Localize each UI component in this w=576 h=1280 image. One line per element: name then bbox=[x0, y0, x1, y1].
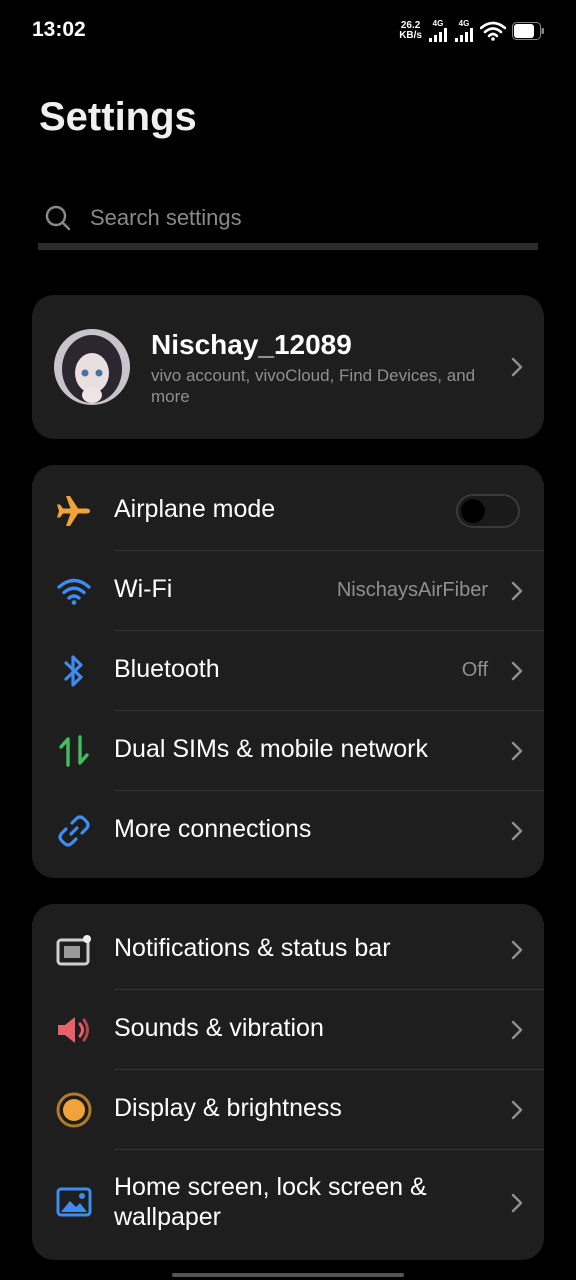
sim2-type: 4G bbox=[458, 19, 470, 28]
chevron-right-icon bbox=[511, 741, 523, 761]
chevron-right-icon bbox=[511, 581, 523, 601]
sim2-signal-icon: 4G bbox=[454, 20, 474, 42]
connectivity-card: Airplane mode Wi-Fi NischaysAirFiber Blu… bbox=[32, 465, 544, 878]
settings-item-display[interactable]: Display & brightness bbox=[32, 1070, 544, 1150]
search-icon bbox=[45, 205, 71, 231]
account-card[interactable]: Nischay_12089 vivo account, vivoCloud, F… bbox=[32, 295, 544, 439]
search-input[interactable] bbox=[90, 202, 510, 234]
notifications-label: Notifications & status bar bbox=[114, 934, 391, 962]
network-speed: 26.2 KB/s bbox=[399, 21, 422, 41]
sim1-signal-icon: 4G bbox=[428, 20, 448, 42]
status-time: 13:02 bbox=[32, 18, 86, 41]
airplane-mode-toggle[interactable] bbox=[456, 494, 520, 528]
link-icon bbox=[54, 813, 94, 849]
settings-item-notifications[interactable]: Notifications & status bar bbox=[32, 910, 544, 990]
toggle-knob bbox=[461, 499, 485, 523]
airplane-icon bbox=[54, 493, 94, 529]
status-bar: 13:02 26.2 KB/s 4G 4G bbox=[0, 0, 576, 60]
system-card: Notifications & status bar Sounds & vibr… bbox=[32, 904, 544, 1260]
account-name: Nischay_12089 bbox=[151, 329, 352, 360]
bluetooth-status: Off bbox=[461, 659, 488, 681]
chevron-right-icon bbox=[511, 1020, 523, 1040]
settings-item-dual-sims[interactable]: Dual SIMs & mobile network bbox=[32, 711, 544, 791]
settings-item-wifi[interactable]: Wi-Fi NischaysAirFiber bbox=[32, 551, 544, 631]
chevron-right-icon bbox=[511, 357, 523, 377]
chevron-right-icon bbox=[511, 1100, 523, 1120]
status-icons: 26.2 KB/s 4G 4G bbox=[399, 18, 544, 44]
chevron-right-icon bbox=[511, 940, 523, 960]
wifi-status-icon bbox=[480, 21, 506, 41]
settings-item-bluetooth[interactable]: Bluetooth Off bbox=[32, 631, 544, 711]
dual-sims-label: Dual SIMs & mobile network bbox=[114, 735, 429, 763]
page-title: Settings bbox=[39, 95, 197, 139]
display-label: Display & brightness bbox=[114, 1094, 342, 1122]
bluetooth-label: Bluetooth bbox=[114, 655, 220, 683]
wifi-label: Wi-Fi bbox=[114, 575, 173, 603]
airplane-mode-label: Airplane mode bbox=[114, 495, 276, 523]
settings-item-home-lock-wallpaper[interactable]: Home screen, lock screen & wallpaper bbox=[32, 1150, 544, 1254]
chevron-right-icon bbox=[511, 1193, 523, 1213]
wallpaper-icon bbox=[54, 1184, 94, 1220]
sounds-label: Sounds & vibration bbox=[114, 1014, 324, 1042]
speaker-icon bbox=[54, 1012, 94, 1048]
notification-icon bbox=[54, 932, 94, 968]
wifi-icon bbox=[54, 573, 94, 609]
network-speed-unit: KB/s bbox=[399, 30, 422, 41]
brightness-icon bbox=[54, 1092, 94, 1128]
home-indicator[interactable] bbox=[172, 1273, 404, 1277]
more-connections-label: More connections bbox=[114, 815, 312, 843]
account-subtitle: vivo account, vivoCloud, Find Devices, a… bbox=[151, 366, 476, 406]
search-bar[interactable] bbox=[38, 196, 538, 250]
settings-item-airplane-mode[interactable]: Airplane mode bbox=[32, 471, 544, 551]
home-lock-wallpaper-label: Home screen, lock screen & wallpaper bbox=[114, 1173, 427, 1231]
battery-icon bbox=[512, 22, 544, 40]
settings-item-sounds[interactable]: Sounds & vibration bbox=[32, 990, 544, 1070]
bluetooth-icon bbox=[54, 653, 94, 689]
chevron-right-icon bbox=[511, 821, 523, 841]
settings-item-more-connections[interactable]: More connections bbox=[32, 791, 544, 871]
sim-transfer-icon bbox=[54, 733, 94, 769]
wifi-network-name: NischaysAirFiber bbox=[336, 579, 488, 601]
avatar bbox=[54, 329, 130, 405]
sim1-type: 4G bbox=[432, 19, 444, 28]
chevron-right-icon bbox=[511, 661, 523, 681]
